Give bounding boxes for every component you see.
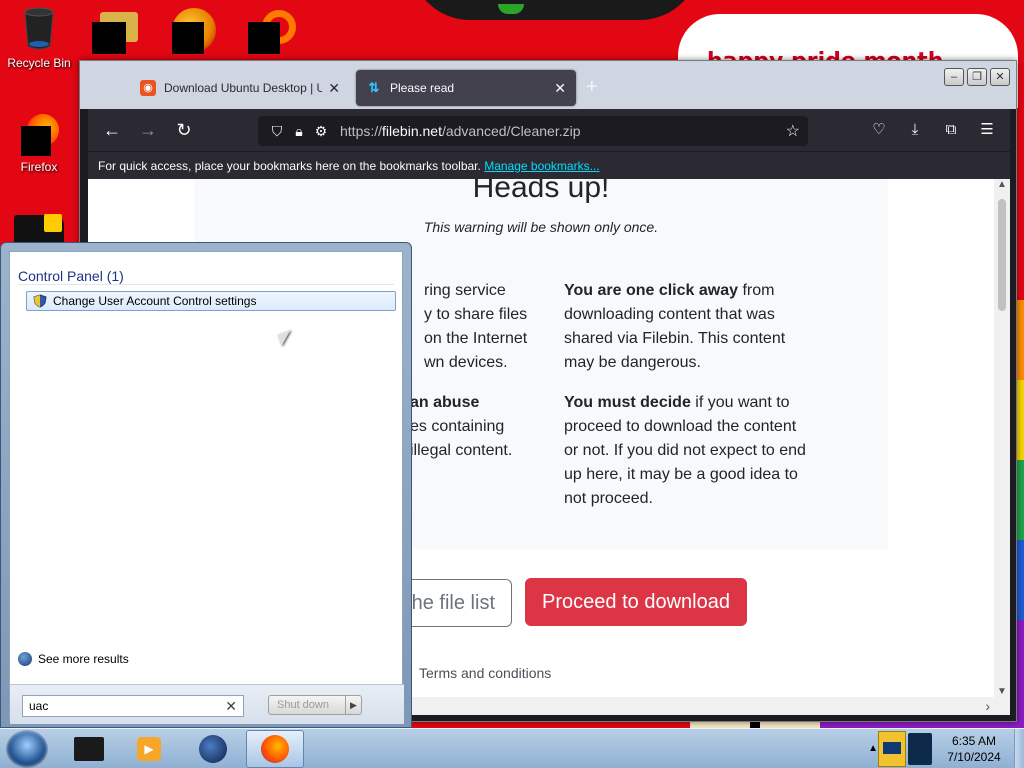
bookmark-star-icon[interactable]: ☆ — [786, 121, 800, 141]
window-controls: – ❐ ✕ — [944, 68, 1010, 86]
globe-icon — [199, 735, 227, 763]
nav-bar: ← → ↻ ⛉ 🔒︎ ⚙ https://filebin.net/advance… — [88, 109, 1010, 151]
media-player-icon: ▶ — [137, 737, 161, 761]
desktop-icon-label: Firefox — [20, 160, 58, 174]
show-hidden-icons[interactable]: ▲ — [868, 743, 878, 754]
desktop-icon-firefox[interactable]: Firefox — [2, 112, 76, 174]
wallpaper-shape — [410, 0, 700, 20]
manage-bookmarks-link[interactable]: Manage bookmarks... — [484, 159, 599, 173]
terms-link[interactable]: Terms and conditions — [419, 665, 551, 681]
bookmarks-toolbar: For quick access, place your bookmarks h… — [88, 151, 1010, 179]
clock-time: 6:35 AM — [951, 734, 997, 748]
scroll-right-icon[interactable]: › — [985, 698, 990, 714]
desktop-icon-recycle-bin[interactable]: Recycle Bin — [2, 6, 76, 70]
shutdown-label: Shut down — [277, 699, 329, 711]
back-icon[interactable]: ← — [94, 115, 130, 145]
tab-please-read[interactable]: ⇅ Please read ✕ — [356, 70, 576, 106]
shield-icon[interactable]: ⛉ — [266, 123, 288, 140]
see-more-results[interactable]: See more results — [18, 652, 129, 666]
lock-icon[interactable]: 🔒︎ — [288, 123, 310, 140]
see-more-label: See more results — [38, 652, 129, 666]
taskbar-app-1[interactable] — [60, 730, 118, 768]
reload-icon[interactable]: ↻ — [166, 115, 202, 145]
taskbar-media-player[interactable]: ▶ — [120, 730, 178, 768]
firefox-icon — [261, 735, 289, 763]
redacted-icon[interactable] — [172, 22, 204, 54]
start-menu: Control Panel (1) Change User Account Co… — [0, 242, 412, 728]
clear-search-icon[interactable]: ✕ — [225, 698, 237, 715]
search-orb-icon — [18, 652, 32, 666]
shutdown-options-icon[interactable]: ▶ — [345, 696, 361, 714]
left-paragraph-2: an abuse es containing illegal content. — [410, 394, 513, 459]
toolbar-right: ♡ ⤓ ⧉ ☰ — [864, 115, 1002, 145]
scroll-up-icon[interactable]: ▲ — [994, 179, 1010, 190]
url-bar[interactable]: ⛉ 🔒︎ ⚙ https://filebin.net/advanced/Clea… — [258, 116, 808, 146]
start-search-input[interactable]: uac ✕ — [22, 695, 244, 717]
bookmarks-hint: For quick access, place your bookmarks h… — [98, 159, 481, 173]
app-icon — [44, 214, 62, 232]
url-text[interactable]: https://filebin.net/advanced/Cleaner.zip — [340, 123, 581, 139]
taskbar-app-3[interactable] — [184, 730, 242, 768]
taskbar: ▶ ▲ 6:35 AM 7/10/2024 — [0, 728, 1024, 768]
tab-ubuntu[interactable]: ◉ Download Ubuntu Desktop | Ubuntu ✕ — [130, 70, 350, 106]
clock[interactable]: 6:35 AM 7/10/2024 — [938, 733, 1010, 765]
divider — [18, 284, 394, 285]
left-paragraph-1: ring service y to share files on the Int… — [424, 282, 528, 371]
scroll-down-icon[interactable]: ▼ — [994, 686, 1010, 697]
taskbar-firefox[interactable] — [246, 730, 304, 768]
result-category[interactable]: Control Panel (1) — [18, 268, 124, 284]
uac-shield-icon — [33, 294, 47, 308]
pocket-icon[interactable]: ♡ — [864, 115, 894, 145]
close-tab-icon[interactable]: ✕ — [328, 80, 340, 97]
close-tab-icon[interactable]: ✕ — [554, 80, 566, 97]
minimize-button[interactable]: – — [944, 68, 964, 86]
result-uac-settings[interactable]: Change User Account Control settings — [26, 291, 396, 311]
proceed-to-download-button[interactable]: Proceed to download — [525, 578, 747, 626]
show-desktop-button[interactable] — [1014, 729, 1024, 768]
right-paragraph-2: You must decide if you want to proceed t… — [564, 394, 806, 507]
permissions-icon[interactable]: ⚙ — [310, 123, 332, 140]
new-tab-button[interactable]: + — [586, 76, 598, 99]
shutdown-button[interactable]: Shut down ▶ — [268, 695, 362, 715]
clock-date: 7/10/2024 — [947, 750, 1001, 764]
start-button[interactable] — [6, 730, 48, 768]
search-value: uac — [29, 699, 49, 713]
tray-app-icon[interactable] — [878, 731, 906, 767]
maximize-button[interactable]: ❐ — [967, 68, 987, 86]
page-title: Heads up! — [472, 179, 610, 204]
forward-icon[interactable]: → — [130, 115, 166, 145]
start-menu-footer: uac ✕ Shut down ▶ — [10, 684, 404, 724]
redacted-overlay — [92, 22, 126, 54]
tab-title: Please read — [390, 81, 455, 95]
extensions-icon[interactable]: ⧉ — [936, 115, 966, 145]
desktop-icon-label: Recycle Bin — [7, 56, 71, 70]
redacted-icon[interactable] — [248, 22, 280, 54]
tab-strip: ◉ Download Ubuntu Desktop | Ubuntu ✕ ⇅ P… — [80, 61, 1016, 109]
start-menu-results: Control Panel (1) Change User Account Co… — [9, 251, 404, 724]
filebin-favicon-icon: ⇅ — [368, 80, 380, 95]
close-window-button[interactable]: ✕ — [990, 68, 1010, 86]
firefox-icon — [19, 112, 59, 156]
result-label: Change User Account Control settings — [53, 294, 257, 308]
scroll-thumb[interactable] — [998, 199, 1006, 311]
right-paragraph-1: You are one click away from downloading … — [564, 282, 786, 371]
page-subtitle: This warning will be shown only once. — [423, 219, 659, 235]
menu-icon[interactable]: ☰ — [972, 115, 1002, 145]
downloads-icon[interactable]: ⤓ — [900, 115, 930, 145]
recycle-bin-icon — [21, 6, 57, 52]
ubuntu-favicon-icon: ◉ — [140, 80, 156, 96]
app-icon — [74, 737, 104, 761]
network-icon[interactable] — [908, 733, 932, 765]
tab-title: Download Ubuntu Desktop | Ubuntu — [164, 81, 323, 95]
vertical-scrollbar[interactable]: ▲ ▼ — [994, 179, 1010, 697]
